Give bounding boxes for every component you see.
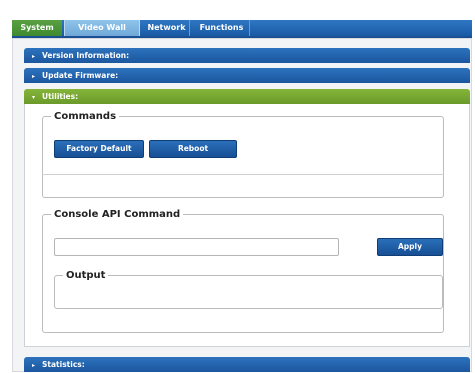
main-tab-bar: System Video Wall Network Functions bbox=[12, 20, 472, 38]
update-firmware-header[interactable]: ▸ Update Firmware: bbox=[24, 68, 470, 83]
divider bbox=[42, 174, 444, 175]
reboot-button[interactable]: Reboot bbox=[149, 140, 237, 158]
tab-video-wall[interactable]: Video Wall bbox=[64, 20, 140, 36]
console-api-legend: Console API Command bbox=[54, 209, 181, 220]
collapse-arrow-icon: ▾ bbox=[32, 94, 36, 101]
output-group: Output bbox=[54, 270, 443, 309]
expand-arrow-icon: ▸ bbox=[32, 53, 36, 60]
section-label: Utilities: bbox=[42, 92, 79, 101]
section-label: Version Information: bbox=[42, 51, 130, 60]
section-label: Update Firmware: bbox=[42, 71, 119, 80]
factory-default-button[interactable]: Factory Default bbox=[54, 140, 144, 158]
section-label: Statistics: bbox=[42, 360, 85, 369]
utilities-header[interactable]: ▾ Utilities: bbox=[24, 89, 470, 104]
commands-legend: Commands bbox=[54, 111, 117, 122]
expand-arrow-icon: ▸ bbox=[32, 73, 36, 80]
tab-system[interactable]: System bbox=[12, 20, 62, 36]
expand-arrow-icon: ▸ bbox=[32, 362, 36, 369]
tab-network[interactable]: Network bbox=[144, 20, 190, 36]
utilities-panel: Commands Factory Default Reboot Console … bbox=[24, 104, 470, 347]
version-information-header[interactable]: ▸ Version Information: bbox=[24, 48, 470, 63]
tab-functions[interactable]: Functions bbox=[194, 20, 250, 36]
statistics-header[interactable]: ▸ Statistics: bbox=[24, 357, 470, 372]
apply-button[interactable]: Apply bbox=[377, 238, 443, 256]
output-legend: Output bbox=[66, 270, 106, 281]
console-command-input[interactable] bbox=[54, 238, 339, 256]
